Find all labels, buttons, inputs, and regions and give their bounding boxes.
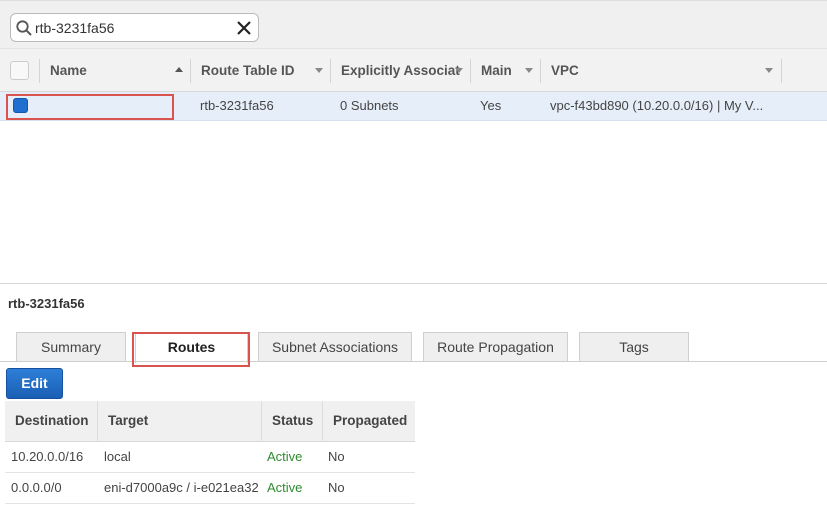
status-badge: Active [267,480,303,495]
column-header-status[interactable]: Status [262,401,322,442]
column-header-route-table-id[interactable]: Route Table ID [191,49,330,93]
routes-table-header: Destination Target Status Propagated [5,401,415,442]
column-header-name[interactable]: Name [40,49,190,93]
search-box[interactable] [10,13,259,42]
column-header-vpc[interactable]: VPC [541,49,781,93]
column-header-label: Name [50,63,87,78]
panel-divider [0,283,827,284]
chevron-down-icon [455,68,463,73]
search-toolbar [0,0,827,48]
chevron-down-icon [315,68,323,73]
edit-button[interactable]: Edit [6,368,63,399]
cell-explicitly-associated: 0 Subnets [340,98,399,113]
close-icon[interactable] [236,20,252,36]
column-header-destination[interactable]: Destination [5,401,97,442]
tabs-baseline [0,361,827,362]
select-all-checkbox[interactable] [10,61,29,80]
cell-destination: 10.20.0.0/16 [11,449,84,464]
table-row: 10.20.0.0/16 local Active No [5,442,415,473]
column-header-propagated[interactable]: Propagated [323,401,415,442]
cell-target: local [104,449,131,464]
sort-ascending-icon [175,67,183,72]
table-row: 0.0.0.0/0 eni-d7000a9c / i-e021ea32 Acti… [5,473,415,504]
column-divider [781,59,782,83]
column-header-target[interactable]: Target [98,401,261,442]
cell-propagated: No [328,480,345,495]
cell-main: Yes [480,98,502,113]
cell-target: eni-d7000a9c / i-e021ea32 [104,480,259,495]
highlight-box [6,94,174,120]
highlight-box [132,332,250,367]
search-icon [16,20,32,36]
tab-tags[interactable]: Tags [579,332,689,362]
cell-propagated: No [328,449,345,464]
status-badge: Active [267,449,303,464]
search-input[interactable] [35,18,225,38]
column-header-label: Explicitly Associat [341,63,460,78]
column-header-explicitly-associated[interactable]: Explicitly Associat [331,49,470,93]
column-header-main[interactable]: Main [471,49,540,93]
tab-summary[interactable]: Summary [16,332,126,362]
table-header: Name Route Table ID Explicitly Associat … [0,48,827,92]
cell-destination: 0.0.0.0/0 [11,480,62,495]
column-header-label: Route Table ID [201,63,295,78]
column-header-label: Main [481,63,512,78]
details-title: rtb-3231fa56 [8,296,85,311]
cell-route-table-id: rtb-3231fa56 [200,98,274,113]
chevron-down-icon [525,68,533,73]
tab-route-propagation[interactable]: Route Propagation [423,332,568,362]
column-header-label: VPC [551,63,579,78]
cell-vpc: vpc-f43bd890 (10.20.0.0/16) | My V... [550,98,764,113]
tab-subnet-associations[interactable]: Subnet Associations [258,332,412,362]
chevron-down-icon [765,68,773,73]
